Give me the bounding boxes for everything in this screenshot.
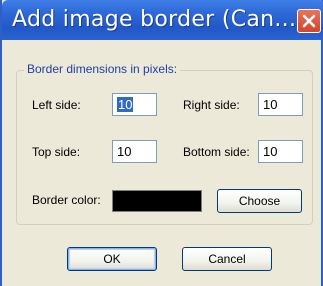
group-label: Border dimensions in pixels: xyxy=(24,62,181,76)
right-side-field[interactable]: 10 xyxy=(258,93,303,116)
bottom-side-label: Bottom side: xyxy=(183,145,250,159)
ok-button[interactable]: OK xyxy=(67,247,157,271)
cancel-button[interactable]: Cancel xyxy=(182,247,272,271)
left-side-value: 10 xyxy=(117,97,134,112)
left-side-field[interactable]: 10 xyxy=(112,93,157,116)
border-color-swatch xyxy=(112,190,202,212)
left-side-label: Left side: xyxy=(32,98,81,112)
top-side-label: Top side: xyxy=(32,145,81,159)
close-button[interactable] xyxy=(297,9,321,33)
bottom-side-value: 10 xyxy=(263,144,278,159)
choose-button[interactable]: Choose xyxy=(217,189,302,213)
border-color-label: Border color: xyxy=(32,193,101,207)
top-side-value: 10 xyxy=(117,144,132,159)
right-side-value: 10 xyxy=(263,97,278,112)
top-side-field[interactable]: 10 xyxy=(112,140,157,163)
close-icon xyxy=(302,14,316,28)
bottom-side-field[interactable]: 10 xyxy=(258,140,303,163)
right-side-label: Right side: xyxy=(183,98,240,112)
dialog-title: Add image border (Can... xyxy=(12,7,297,32)
title-bar[interactable]: Add image border (Can... xyxy=(2,0,323,40)
dialog-window: Add image border (Can... Border dimensio… xyxy=(0,0,323,286)
